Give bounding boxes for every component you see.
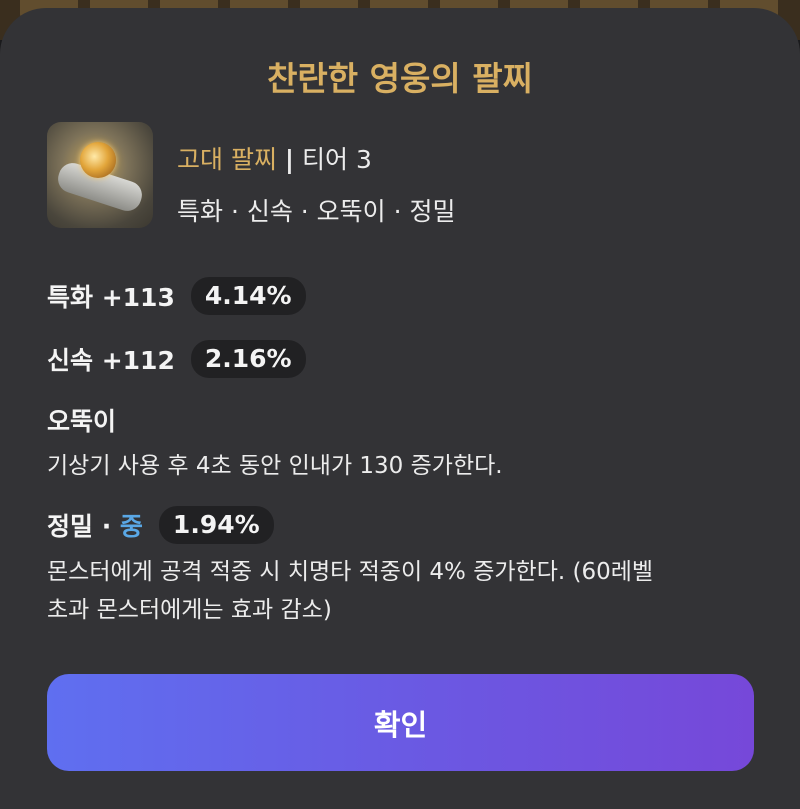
effect-name-ottugi: 오뚝이 [47, 407, 117, 436]
effect-row-precision: 정밀 · 중 1.94% [47, 505, 274, 545]
stat-row-specialization: 특화 +113 4.14% [47, 276, 306, 316]
effect-description-precision-line2: 초과 몬스터에게는 효과 감소) [47, 597, 332, 623]
stat-label: 신속 +112 [47, 346, 175, 375]
item-category-tier: 고대 팔찌 | 티어 3 [177, 140, 372, 176]
item-category: 고대 팔찌 [177, 145, 277, 174]
effect-description-ottugi: 기상기 사용 후 4초 동안 인내가 130 증가한다. [47, 453, 503, 479]
effect-name-precision: 정밀 · 중 [47, 512, 143, 541]
confirm-button[interactable]: 확인 [47, 674, 754, 771]
meta-divider: | [284, 145, 295, 174]
effect-grade: 중 [119, 512, 143, 541]
stat-row-swiftness: 신속 +112 2.16% [47, 339, 306, 379]
item-title: 찬란한 영웅의 팔찌 [267, 59, 533, 98]
effect-value-badge: 1.94% [158, 506, 274, 544]
effect-description-precision-line1: 몬스터에게 공격 적중 시 치명타 적중이 4% 증가한다. (60레벨 [47, 559, 654, 585]
stat-value-badge: 4.14% [190, 277, 306, 315]
item-stats-summary: 특화 · 신속 · 오뚝이 · 정밀 [177, 197, 456, 226]
stat-label: 특화 +113 [47, 283, 175, 312]
bracelet-icon [47, 122, 153, 228]
stat-value-badge: 2.16% [190, 340, 306, 378]
item-tier: 티어 3 [302, 145, 372, 174]
